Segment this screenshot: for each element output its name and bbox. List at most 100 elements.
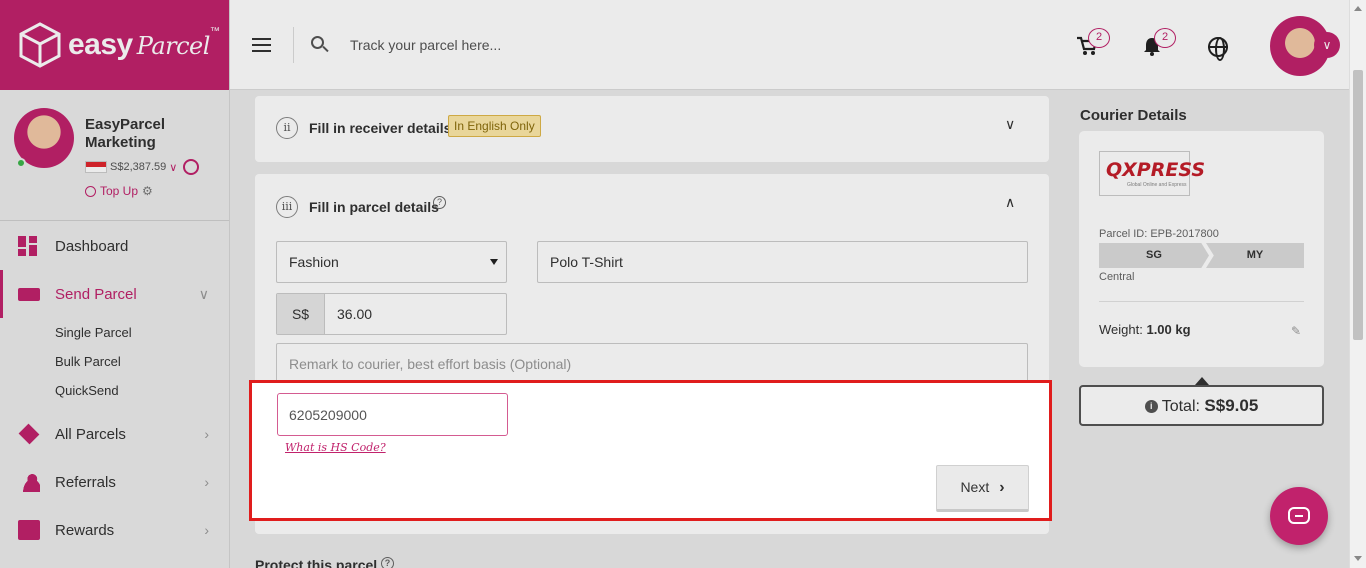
total-label: Total:	[1161, 398, 1200, 415]
help-icon[interactable]: ?	[381, 557, 395, 568]
bell-icon[interactable]: 2	[1142, 28, 1176, 62]
chat-icon[interactable]	[1270, 487, 1328, 545]
total-pointer	[1195, 377, 1209, 385]
logo-tm: ™	[209, 26, 220, 37]
card-divider	[1099, 301, 1304, 302]
courier-logo-subtitle: Global Online and Express	[1127, 182, 1187, 188]
chevron-right-icon: ›	[204, 522, 209, 538]
remark-placeholder: Remark to courier, best effort basis (Op…	[289, 356, 572, 372]
step-title: Fill in parcel details	[309, 199, 439, 215]
sidebar-subitem-single-parcel[interactable]: Single Parcel	[0, 318, 229, 347]
cart-count-badge: 2	[1088, 28, 1110, 48]
sidebar-item-rewards[interactable]: Rewards ›	[0, 506, 229, 554]
scroll-up-icon[interactable]	[1354, 6, 1362, 11]
info-icon[interactable]: i	[1144, 400, 1158, 414]
weight: Weight: 1.00 kg	[1099, 322, 1191, 337]
origin-country: SG	[1099, 243, 1209, 268]
chevron-right-icon: ›	[204, 474, 209, 490]
logo[interactable]: easy Parcel ™	[0, 0, 229, 90]
balance[interactable]: S$2,387.59 ∨	[85, 159, 200, 175]
globe-icon[interactable]	[1208, 37, 1228, 61]
courier-card: QXPRESS Global Online and Express Parcel…	[1079, 131, 1324, 367]
sidebar-item-all-parcels[interactable]: All Parcels ›	[0, 410, 229, 458]
sidebar-divider	[0, 220, 229, 221]
search-icon[interactable]	[311, 36, 329, 54]
scroll-down-icon[interactable]	[1354, 556, 1362, 561]
scrollbar[interactable]	[1349, 0, 1366, 568]
receiver-details-card[interactable]: ii Fill in receiver details In English O…	[255, 96, 1049, 162]
courier-logo: QXPRESS Global Online and Express	[1099, 151, 1205, 196]
track-parcel-input[interactable]	[350, 33, 750, 57]
hamburger-menu-icon[interactable]	[252, 38, 271, 52]
remark-input[interactable]: Remark to courier, best effort basis (Op…	[276, 343, 1028, 385]
weight-label: Weight:	[1099, 322, 1143, 337]
referrals-icon	[18, 472, 40, 492]
sidebar-item-label: Send Parcel	[55, 285, 137, 303]
notification-count-badge: 2	[1154, 28, 1176, 48]
help-icon[interactable]: ?	[433, 196, 446, 209]
topup-label: Top Up	[100, 184, 139, 198]
topbar: 2 2 ∨	[230, 0, 1366, 90]
step-title: Fill in receiver details	[309, 120, 452, 136]
sidebar-item-label: Referrals	[55, 473, 116, 491]
topup-link[interactable]: Top Up ⚙	[85, 184, 153, 198]
currency-prefix: S$	[277, 294, 325, 334]
category-select[interactable]: Fashion	[276, 241, 507, 283]
profile-name: EasyParcel Marketing	[85, 116, 166, 151]
hs-code-input[interactable]	[277, 393, 508, 436]
total-value: S$9.05	[1204, 396, 1259, 415]
parcels-icon	[18, 423, 40, 445]
logo-cube-icon	[19, 22, 61, 68]
route-indicator: SG MY	[1099, 243, 1304, 268]
profile-panel: EasyParcel Marketing S$2,387.59 ∨ Top Up…	[14, 108, 224, 208]
parcel-id: Parcel ID: EPB-2017800	[1099, 228, 1219, 240]
balance-amount: S$2,387.59	[110, 161, 167, 173]
sidebar-subitem-quicksend[interactable]: QuickSend	[0, 376, 229, 405]
chevron-down-icon[interactable]: ∨	[1314, 32, 1340, 58]
pencil-icon[interactable]: ✎	[1291, 324, 1301, 338]
step-number: ii	[276, 117, 298, 139]
hs-code-help-link[interactable]: What is HS Code?	[285, 441, 386, 454]
description-input[interactable]: Polo T-Shirt	[537, 241, 1028, 283]
truck-icon	[18, 287, 40, 301]
sidebar-item-label: Rewards	[55, 521, 115, 539]
next-label: Next	[960, 478, 990, 495]
chevron-down-icon[interactable]: ∨	[1005, 116, 1015, 133]
region: Central	[1099, 271, 1135, 283]
sidebar-item-label: All Parcels	[55, 425, 126, 443]
protect-section-title: Protect this parcel ?	[255, 557, 395, 568]
english-only-tag: In English Only	[448, 115, 541, 137]
destination-country: MY	[1206, 243, 1304, 268]
topup-icon	[85, 185, 96, 197]
sidebar-item-dashboard[interactable]: Dashboard	[0, 222, 229, 270]
chevron-down-icon: ∨	[198, 285, 209, 302]
description-value: Polo T-Shirt	[550, 254, 623, 270]
courier-details-title: Courier Details	[1080, 107, 1187, 124]
logo-text: easy Parcel	[68, 28, 210, 61]
chevron-down-icon[interactable]: ∨	[169, 161, 177, 174]
alarm-icon[interactable]	[183, 159, 200, 175]
parcel-value-input[interactable]: S$ 36.00	[276, 293, 507, 335]
scroll-thumb[interactable]	[1353, 70, 1363, 340]
step-number: iii	[276, 196, 298, 218]
cart-icon[interactable]: 2	[1076, 28, 1110, 62]
courier-logo-text: QXPRESS	[1106, 159, 1206, 181]
sidebar-item-send-parcel[interactable]: Send Parcel ∨	[0, 270, 229, 318]
chevron-right-icon: ›	[204, 426, 209, 442]
sidebar-item-referrals[interactable]: Referrals ›	[0, 458, 229, 506]
sg-flag-icon	[85, 161, 107, 173]
gift-icon	[18, 520, 40, 540]
chevron-right-icon: ›	[999, 478, 1005, 496]
caret-down-icon	[490, 259, 498, 265]
sidebar-subitem-bulk-parcel[interactable]: Bulk Parcel	[0, 347, 229, 376]
online-status-dot	[16, 158, 26, 168]
sidebar: easy Parcel ™ EasyParcel Marketing S$2,38…	[0, 0, 230, 568]
sidebar-nav: Dashboard Send Parcel ∨ Single Parcel Bu…	[0, 222, 229, 554]
total-box[interactable]: i Total: S$9.05	[1079, 385, 1324, 426]
parcel-value: 36.00	[337, 306, 373, 322]
hs-code-highlight: What is HS Code? Next ›	[249, 380, 1052, 521]
chevron-up-icon[interactable]: ∧	[1005, 194, 1015, 211]
next-button[interactable]: Next ›	[936, 465, 1029, 512]
dashboard-icon	[18, 236, 40, 256]
gear-icon[interactable]: ⚙	[142, 184, 153, 198]
